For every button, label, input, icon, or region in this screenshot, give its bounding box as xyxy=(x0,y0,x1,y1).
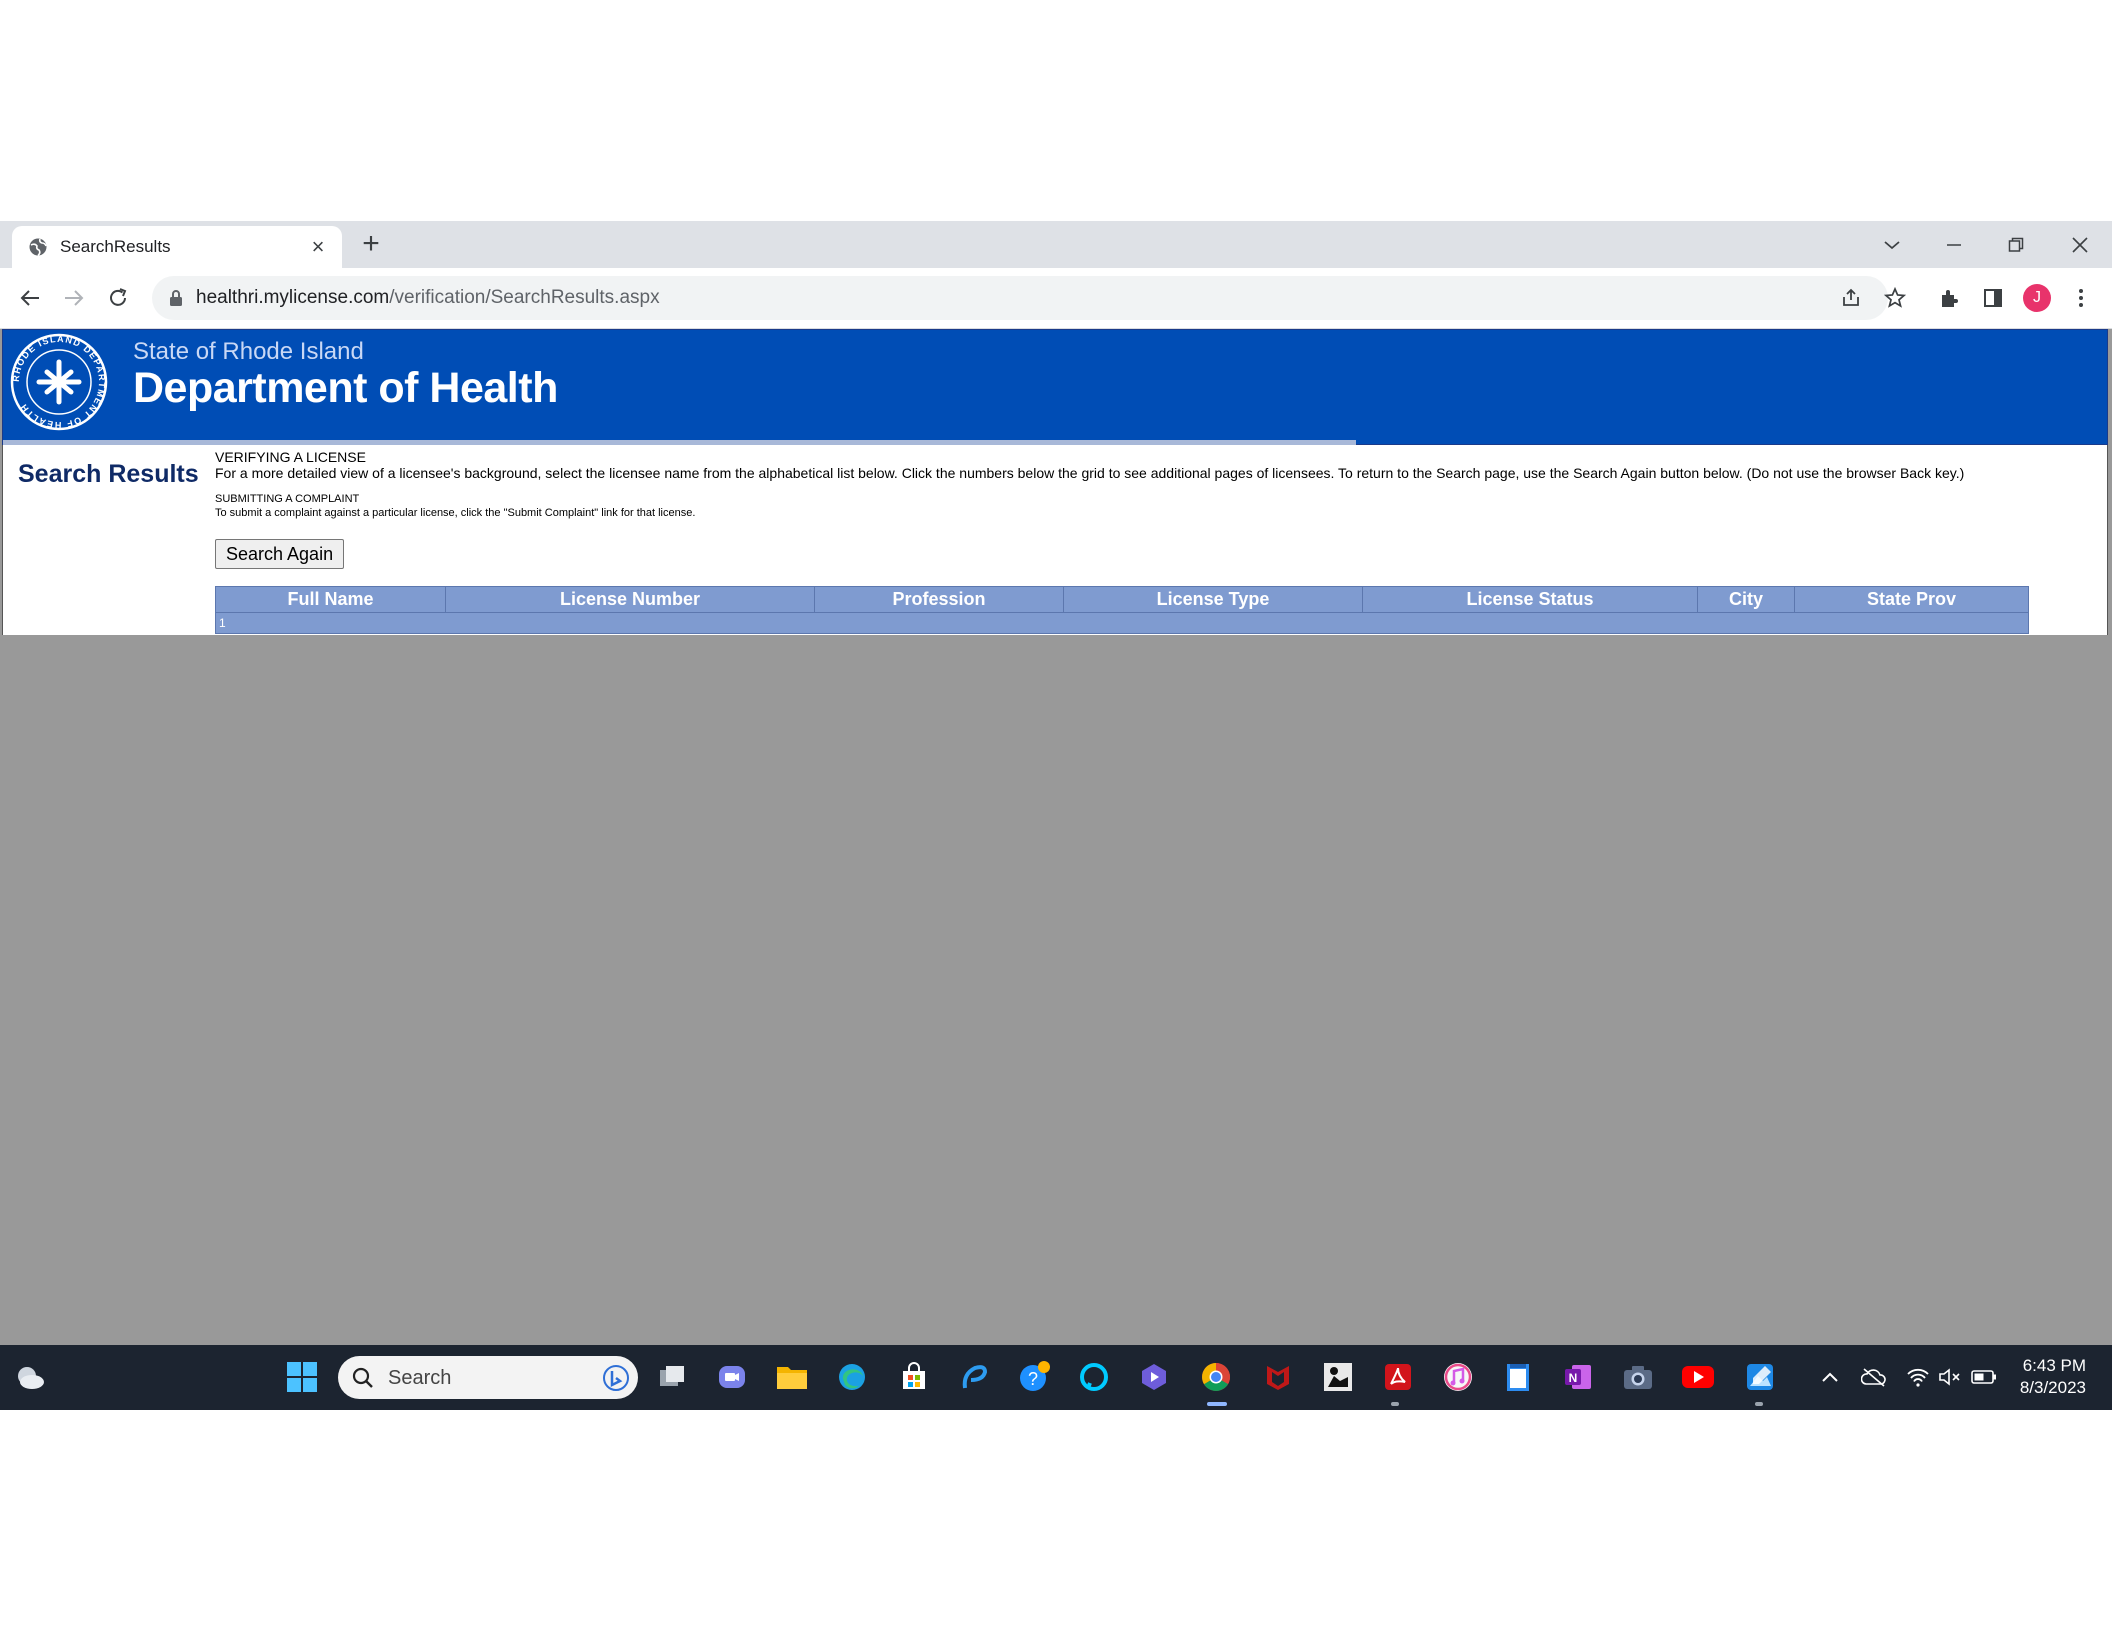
grid-header-row: Full Name License Number Profession Lice… xyxy=(215,586,2029,613)
battery-icon[interactable] xyxy=(1964,1357,2004,1397)
search-icon xyxy=(352,1367,374,1389)
profile-initial: J xyxy=(2023,284,2051,312)
department-name: Department of Health xyxy=(133,364,558,412)
clock-time: 6:43 PM xyxy=(2022,1356,2086,1375)
tab-search-results[interactable]: SearchResults × xyxy=(12,226,342,268)
tab-title: SearchResults xyxy=(60,237,171,256)
complaint-heading: SUBMITTING A COMPLAINT xyxy=(215,493,360,505)
results-panel: Search Results VERIFYING A LICENSE For a… xyxy=(2,445,2108,635)
get-help-icon[interactable]: ? xyxy=(1014,1357,1054,1397)
column-header-full-name[interactable]: Full Name xyxy=(215,586,446,613)
header-banner: RHODE ISLAND DEPARTMENT OF HEALTH State … xyxy=(2,329,2108,445)
mcafee-icon[interactable] xyxy=(1258,1357,1298,1397)
notepad-icon[interactable] xyxy=(1498,1357,1538,1397)
profile-avatar[interactable]: J xyxy=(2022,283,2052,313)
column-header-license-number[interactable]: License Number xyxy=(445,586,815,613)
windows-taskbar: Search ? N 6:43 PM 8/3/2023 xyxy=(0,1345,2112,1410)
browser-tab-strip: SearchResults × + xyxy=(0,221,2112,268)
youtube-icon[interactable] xyxy=(1678,1357,1718,1397)
department-seal-logo: RHODE ISLAND DEPARTMENT OF HEALTH xyxy=(9,332,109,432)
svg-text:?: ? xyxy=(1028,1369,1038,1389)
side-panel-icon[interactable] xyxy=(1978,283,2008,313)
results-grid: Full Name License Number Profession Lice… xyxy=(215,586,2029,634)
page-viewport: RHODE ISLAND DEPARTMENT OF HEALTH State … xyxy=(0,329,2112,1345)
url-text[interactable]: healthri.mylicense.com/verification/Sear… xyxy=(196,287,660,309)
start-menu-icon[interactable] xyxy=(282,1357,322,1397)
tab-search-chevron-icon[interactable] xyxy=(1862,221,1922,268)
microsoft-store-icon[interactable] xyxy=(894,1357,934,1397)
file-explorer-icon[interactable] xyxy=(772,1357,812,1397)
column-header-profession[interactable]: Profession xyxy=(814,586,1064,613)
restore-icon[interactable] xyxy=(1986,221,2046,268)
close-window-icon[interactable] xyxy=(2050,221,2110,268)
chrome-icon[interactable] xyxy=(1196,1357,1236,1397)
acrobat-reader-icon[interactable] xyxy=(1378,1357,1418,1397)
globe-icon xyxy=(28,237,48,257)
taskbar-search-box[interactable]: Search xyxy=(338,1356,638,1399)
column-header-city[interactable]: City xyxy=(1697,586,1795,613)
chrome-active-indicator xyxy=(1207,1402,1227,1406)
back-icon[interactable] xyxy=(15,283,45,313)
kindle-reader-icon[interactable] xyxy=(1318,1357,1358,1397)
close-tab-icon[interactable]: × xyxy=(308,236,328,258)
lock-icon[interactable] xyxy=(166,288,186,308)
column-header-state-prov[interactable]: State Prov xyxy=(1794,586,2029,613)
forward-icon[interactable] xyxy=(59,283,89,313)
edge-browser-icon[interactable] xyxy=(832,1357,872,1397)
show-hidden-icons-chevron-icon[interactable] xyxy=(1810,1357,1850,1397)
camera-icon[interactable] xyxy=(1618,1357,1658,1397)
share-icon[interactable] xyxy=(1836,283,1866,313)
onedrive-offline-icon[interactable] xyxy=(1854,1357,1894,1397)
svg-text:N: N xyxy=(1569,1371,1578,1385)
extensions-icon[interactable] xyxy=(1934,283,1964,313)
search-again-button[interactable]: Search Again xyxy=(215,539,345,569)
minimize-icon[interactable] xyxy=(1924,221,1984,268)
itunes-icon[interactable] xyxy=(1438,1357,1478,1397)
alexa-icon[interactable] xyxy=(1074,1357,1114,1397)
page-title: Search Results xyxy=(18,460,199,488)
teams-chat-icon[interactable] xyxy=(712,1357,752,1397)
clock-date: 8/3/2023 xyxy=(2019,1378,2086,1397)
pen-app-icon[interactable] xyxy=(954,1357,994,1397)
url-host: healthri.mylicense.com xyxy=(196,287,390,308)
acrobat-running-indicator xyxy=(1391,1402,1399,1406)
state-name: State of Rhode Island xyxy=(133,338,364,365)
pager-page-link[interactable]: 1 xyxy=(215,612,2029,634)
photos-editor-icon[interactable] xyxy=(1740,1357,1780,1397)
onenote-icon[interactable]: N xyxy=(1558,1357,1598,1397)
verify-instructions: For a more detailed view of a licensee's… xyxy=(215,465,1965,481)
copilot-hexagon-icon[interactable] xyxy=(1134,1357,1174,1397)
column-header-license-type[interactable]: License Type xyxy=(1063,586,1363,613)
url-path: /verification/SearchResults.aspx xyxy=(389,287,660,308)
browser-toolbar: healthri.mylicense.com/verification/Sear… xyxy=(0,268,2112,329)
verify-heading: VERIFYING A LICENSE xyxy=(215,449,366,465)
system-clock[interactable]: 6:43 PM 8/3/2023 xyxy=(2020,1355,2086,1399)
taskbar-search-placeholder: Search xyxy=(388,1367,452,1389)
reload-icon[interactable] xyxy=(103,283,133,313)
bookmark-star-icon[interactable] xyxy=(1880,283,1910,313)
task-view-icon[interactable] xyxy=(652,1357,692,1397)
column-header-license-status[interactable]: License Status xyxy=(1362,586,1698,613)
address-bar[interactable]: healthri.mylicense.com/verification/Sear… xyxy=(152,276,1888,320)
new-tab-icon[interactable]: + xyxy=(356,229,386,259)
bing-icon[interactable] xyxy=(602,1364,630,1392)
photos-running-indicator xyxy=(1755,1402,1763,1406)
weather-widget-icon[interactable] xyxy=(10,1357,50,1397)
pager-row: 1 xyxy=(215,612,2029,634)
more-menu-icon[interactable] xyxy=(2066,283,2096,313)
complaint-instructions: To submit a complaint against a particul… xyxy=(215,507,696,519)
